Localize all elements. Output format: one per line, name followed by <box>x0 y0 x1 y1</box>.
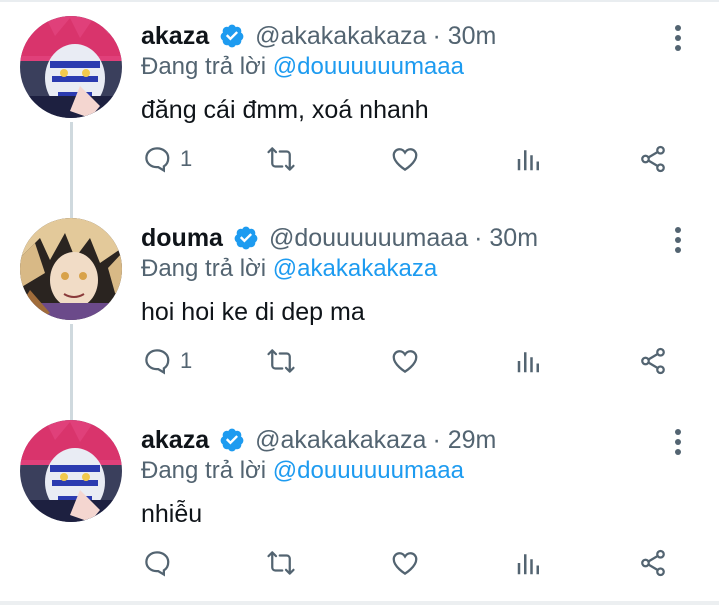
analytics-icon <box>517 150 539 171</box>
verified-badge-icon <box>220 24 244 48</box>
tweet[interactable]: akaza @akakakakaza · 30m Đang trả lời @d… <box>0 0 719 202</box>
reply-count: 1 <box>180 348 193 373</box>
share-icon <box>641 549 665 577</box>
tweet[interactable]: akaza @akakakakaza · 29m Đang trả lời @d… <box>0 404 719 606</box>
action-bar: 1 <box>0 136 719 182</box>
retweet-icon <box>267 147 295 171</box>
more-options-icon[interactable] <box>668 22 688 54</box>
tweet-text: hoi hoi ke di dep ma <box>141 298 365 326</box>
mention-link[interactable]: @douuuuuumaaa <box>273 457 464 484</box>
action-bar <box>0 540 719 586</box>
analytics-button[interactable] <box>514 338 544 384</box>
reply-icon <box>145 349 170 375</box>
reply-button[interactable]: 1 <box>142 136 192 182</box>
like-button[interactable] <box>390 338 420 384</box>
display-name[interactable]: douma <box>141 224 223 253</box>
share-button[interactable] <box>638 136 668 182</box>
replying-to-line: Đang trả lời @akakakakaza <box>141 255 437 283</box>
like-icon <box>392 350 418 373</box>
bottom-divider <box>0 601 719 605</box>
share-icon <box>641 145 665 173</box>
more-options-icon[interactable] <box>668 426 688 458</box>
replying-to-label: Đang trả lời <box>141 255 273 282</box>
mention-link[interactable]: @douuuuuumaaa <box>273 53 464 80</box>
user-handle[interactable]: @akakakakaza <box>255 22 426 51</box>
timestamp[interactable]: · 30m <box>474 224 538 253</box>
like-button[interactable] <box>390 540 420 586</box>
analytics-icon <box>517 352 539 373</box>
tweet-text: nhiễu <box>141 500 203 528</box>
like-button[interactable] <box>390 136 420 182</box>
retweet-button[interactable] <box>266 540 296 586</box>
display-name[interactable]: akaza <box>141 22 209 51</box>
share-icon <box>641 347 665 375</box>
more-options-icon[interactable] <box>668 224 688 256</box>
tweet-text: đăng cái đmm, xoá nhanh <box>141 96 429 124</box>
like-icon <box>392 148 418 171</box>
retweet-button[interactable] <box>266 338 296 384</box>
display-name[interactable]: akaza <box>141 426 209 455</box>
avatar[interactable] <box>20 218 122 320</box>
avatar[interactable] <box>20 420 122 522</box>
avatar[interactable] <box>20 16 122 118</box>
verified-badge-icon <box>234 226 258 250</box>
mention-link[interactable]: @akakakakaza <box>273 255 437 282</box>
replying-to-line: Đang trả lời @douuuuuumaaa <box>141 457 464 485</box>
tweet[interactable]: douma @douuuuuumaaa · 30m Đang trả lời @… <box>0 202 719 404</box>
replying-to-label: Đang trả lời <box>141 53 273 80</box>
timestamp[interactable]: · 29m <box>432 426 496 455</box>
verified-badge-icon <box>220 428 244 452</box>
analytics-button[interactable] <box>514 540 544 586</box>
retweet-icon <box>267 349 295 373</box>
replying-to-label: Đang trả lời <box>141 457 273 484</box>
timestamp[interactable]: · 30m <box>432 22 496 51</box>
user-handle[interactable]: @akakakakaza <box>255 426 426 455</box>
reply-button[interactable]: 1 <box>142 338 192 384</box>
share-button[interactable] <box>638 338 668 384</box>
user-handle[interactable]: @douuuuuumaaa <box>269 224 468 253</box>
analytics-button[interactable] <box>514 136 544 182</box>
reply-button[interactable] <box>142 540 180 586</box>
reply-icon <box>145 551 170 577</box>
reply-icon <box>145 147 170 173</box>
like-icon <box>392 552 418 575</box>
retweet-button[interactable] <box>266 136 296 182</box>
action-bar: 1 <box>0 338 719 384</box>
reply-count: 1 <box>180 146 193 171</box>
replying-to-line: Đang trả lời @douuuuuumaaa <box>141 53 464 81</box>
analytics-icon <box>517 554 539 575</box>
share-button[interactable] <box>638 540 668 586</box>
retweet-icon <box>267 551 295 575</box>
